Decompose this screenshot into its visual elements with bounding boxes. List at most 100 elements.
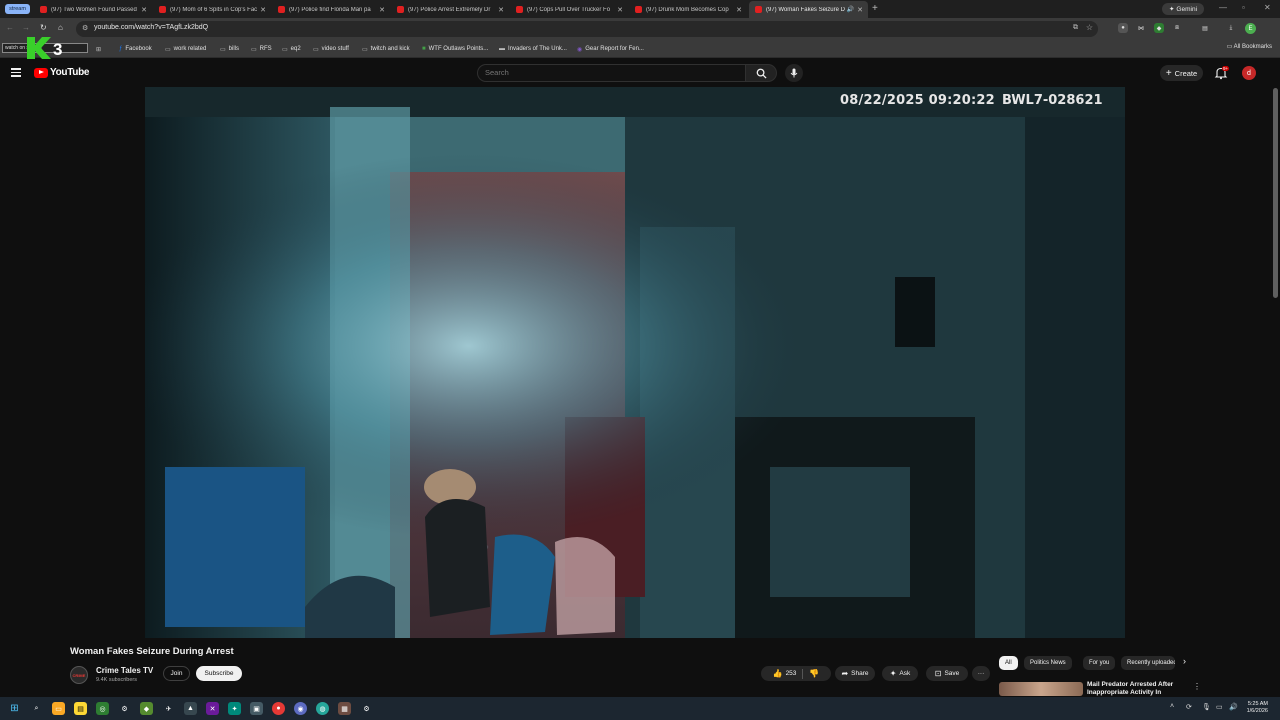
system-clock[interactable]: 5:25 AM 1/6/2026: [1247, 701, 1268, 715]
ask-button[interactable]: ✦ Ask: [882, 666, 918, 681]
extension-icon[interactable]: ⋈: [1136, 23, 1146, 33]
install-app-icon[interactable]: ⧉: [1073, 24, 1078, 32]
browser-tab[interactable]: (97) Police Arrest Extremely Dr ✕: [391, 1, 509, 18]
chip-all[interactable]: All: [999, 656, 1018, 670]
window-close-icon[interactable]: ✕: [1264, 3, 1271, 12]
more-options-icon[interactable]: ⋮: [1193, 682, 1201, 691]
settings-gear-icon[interactable]: ⚙: [118, 702, 131, 715]
obs-app-icon[interactable]: ◎: [96, 702, 109, 715]
browser-tab[interactable]: (97) Two Women Found Passed ✕: [34, 1, 152, 18]
chip-politics-news[interactable]: Politics News: [1024, 656, 1072, 670]
bookmark-folder[interactable]: ▭ video stuff: [313, 43, 349, 55]
site-info-icon[interactable]: ⚙: [82, 24, 88, 32]
bookmark-folder[interactable]: ▭ bills: [220, 43, 239, 55]
file-explorer-icon[interactable]: ▭: [52, 702, 65, 715]
windows-start-icon[interactable]: ⊞: [8, 702, 21, 715]
recommended-video-title[interactable]: Mail Predator Arrested After Inappropria…: [1087, 681, 1182, 696]
search-input[interactable]: [485, 68, 725, 77]
tray-chevron-icon[interactable]: ˄: [1170, 703, 1174, 710]
tab-close-icon[interactable]: ✕: [857, 6, 863, 14]
all-bookmarks-button[interactable]: ▭ All Bookmarks: [1227, 43, 1272, 50]
hamburger-menu-icon[interactable]: [11, 68, 21, 77]
page-scrollbar[interactable]: [1273, 88, 1278, 298]
tray-app-icon[interactable]: ⟳: [1186, 703, 1192, 711]
app-icon[interactable]: ◉: [294, 702, 307, 715]
back-icon[interactable]: ←: [6, 23, 14, 32]
chip-recently-uploaded[interactable]: Recently uploaded: [1121, 656, 1175, 670]
join-button[interactable]: Join: [163, 666, 190, 681]
address-bar[interactable]: ⚙ youtube.com/watch?v=TAgfLzk2bdQ ⧉ ☆: [76, 21, 1098, 37]
extension-icon[interactable]: ●: [1118, 23, 1128, 33]
channel-name[interactable]: Crime Tales TV: [96, 666, 153, 675]
bookmark-folder[interactable]: ▭ twitch and kick: [362, 43, 410, 55]
network-icon[interactable]: ▭: [1216, 703, 1223, 711]
browser-tab[interactable]: (97) Cops Pull Over Trucker Fo ✕: [510, 1, 628, 18]
profile-avatar[interactable]: E: [1245, 23, 1256, 34]
search-button[interactable]: [745, 64, 777, 82]
app-icon[interactable]: ✈: [162, 702, 175, 715]
browser-tab[interactable]: (97) Mom of 6 Spits in Cop's Face ✕: [153, 1, 271, 18]
like-count[interactable]: 253: [786, 670, 797, 677]
tab-close-icon[interactable]: ✕: [141, 6, 147, 14]
share-button[interactable]: ➦ Share: [835, 666, 875, 681]
tab-close-icon[interactable]: ✕: [617, 6, 623, 14]
thumbs-down-icon[interactable]: 👎: [809, 669, 819, 678]
subscribe-button[interactable]: Subscribe: [196, 666, 242, 681]
bookmark-folder[interactable]: ▭ work related: [165, 43, 206, 55]
home-icon[interactable]: ⌂: [58, 23, 63, 32]
bookmark-folder[interactable]: ▭ eq2: [282, 43, 301, 55]
browser-tab[interactable]: (97) Drunk Mom Becomes Cop ✕: [629, 1, 747, 18]
gemini-button[interactable]: ✦ Gemini: [1162, 3, 1204, 15]
settings-gear-icon[interactable]: ⚙: [360, 702, 373, 715]
chevron-right-icon[interactable]: ›: [1183, 656, 1186, 666]
extensions-puzzle-icon[interactable]: ⧈: [1172, 23, 1182, 33]
maximize-icon[interactable]: ▫: [1242, 3, 1245, 12]
forward-icon[interactable]: →: [22, 23, 30, 32]
video-player[interactable]: 08/22/2025 09:20:22 BWL7-028621: [145, 87, 1125, 638]
app-icon[interactable]: ▣: [250, 702, 263, 715]
channel-avatar[interactable]: CRIME: [70, 666, 88, 684]
app-icon[interactable]: ▲: [184, 702, 197, 715]
app-icon[interactable]: ▦: [338, 702, 351, 715]
bookmark-folder[interactable]: ▭ RFS: [251, 43, 272, 55]
reload-icon[interactable]: ↻: [40, 23, 47, 32]
recommended-video-thumbnail[interactable]: [999, 682, 1083, 696]
bookmark-item[interactable]: ▬ Invaders of The Unk...: [499, 43, 567, 55]
sticky-notes-icon[interactable]: ▤: [74, 702, 87, 715]
browser-tab[interactable]: (97) Police find Florida Man pa ✕: [272, 1, 390, 18]
search-box[interactable]: [477, 64, 745, 82]
bookmark-item[interactable]: ■ WTF Outlaws Points...: [422, 43, 488, 55]
audio-playing-icon[interactable]: 🔊: [847, 6, 854, 13]
chip-for-you[interactable]: For you: [1083, 656, 1116, 670]
browser-tab-active[interactable]: (97) Woman Fakes Seizure D 🔊 ✕: [749, 1, 868, 18]
apps-grid-icon[interactable]: ⊞: [96, 43, 104, 55]
bookmark-item[interactable]: ƒ Facebook: [119, 43, 152, 55]
thumbs-up-icon[interactable]: 👍: [773, 669, 783, 678]
bookmark-star-icon[interactable]: ☆: [1086, 23, 1093, 32]
bookmark-item[interactable]: ◉ Gear Report for Fen...: [577, 43, 644, 55]
extension-icon[interactable]: ◆: [1154, 23, 1164, 33]
downloads-icon[interactable]: ⤓: [1226, 23, 1236, 33]
search-icon[interactable]: ⌕: [30, 702, 43, 715]
create-button[interactable]: + Create: [1160, 65, 1203, 81]
tab-close-icon[interactable]: ✕: [260, 6, 266, 14]
tab-close-icon[interactable]: ✕: [379, 6, 385, 14]
chrome-icon[interactable]: ●: [272, 702, 285, 715]
minimize-icon[interactable]: —: [1219, 3, 1227, 12]
more-actions-button[interactable]: ···: [972, 666, 990, 681]
tab-close-icon[interactable]: ✕: [498, 6, 504, 14]
volume-icon[interactable]: 🔊: [1229, 703, 1238, 711]
account-avatar[interactable]: d: [1242, 66, 1256, 80]
app-icon[interactable]: ✦: [228, 702, 241, 715]
new-tab-button[interactable]: +: [872, 3, 878, 14]
tab-close-icon[interactable]: ✕: [736, 6, 742, 14]
voice-search-button[interactable]: [785, 64, 803, 82]
app-icon[interactable]: ◆: [140, 702, 153, 715]
save-button[interactable]: ⊡ Save: [926, 666, 968, 681]
side-panel-icon[interactable]: ▤: [1200, 23, 1210, 33]
tab-group-label[interactable]: stream: [5, 4, 30, 14]
app-icon[interactable]: ✕: [206, 702, 219, 715]
app-icon[interactable]: ◍: [316, 702, 329, 715]
youtube-logo[interactable]: YouTube: [34, 67, 90, 78]
tray-mic-icon[interactable]: 🎙: [1202, 703, 1211, 711]
